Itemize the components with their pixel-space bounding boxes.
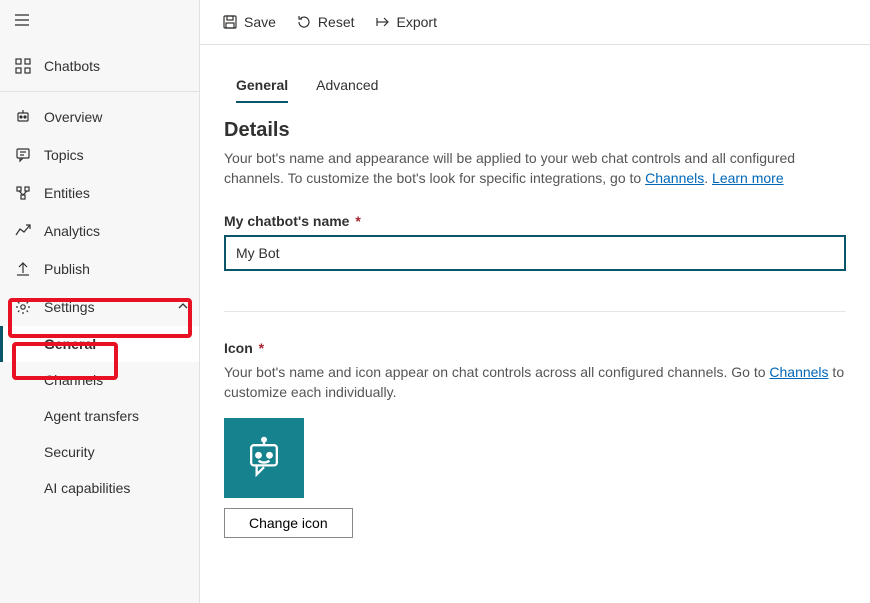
hamburger-menu[interactable]	[0, 0, 199, 43]
sidebar-item-publish[interactable]: Publish	[0, 250, 199, 288]
entities-icon	[14, 184, 32, 202]
grid-icon	[14, 57, 32, 75]
tabs: General Advanced	[224, 69, 846, 103]
sidebar-item-analytics[interactable]: Analytics	[0, 212, 199, 250]
icon-desc: Your bot's name and icon appear on chat …	[224, 362, 846, 403]
change-icon-button[interactable]: Change icon	[224, 508, 353, 538]
export-label: Export	[397, 14, 437, 30]
tab-advanced[interactable]: Advanced	[316, 69, 378, 103]
chatbot-name-input[interactable]	[224, 235, 846, 271]
desc-sep: .	[704, 170, 712, 186]
bot-icon-preview	[224, 418, 304, 498]
main: Save Reset Export General Advanced Detai…	[200, 0, 870, 603]
reset-button[interactable]: Reset	[294, 10, 357, 34]
gear-icon	[14, 298, 32, 316]
sidebar-sublabel: Channels	[44, 372, 103, 388]
reset-label: Reset	[318, 14, 355, 30]
save-label: Save	[244, 14, 276, 30]
icon-label-text: Icon	[224, 340, 253, 356]
sidebar-subitem-security[interactable]: Security	[0, 434, 199, 470]
name-label: My chatbot's name *	[224, 213, 846, 229]
sidebar-label: Topics	[44, 147, 84, 163]
reset-icon	[296, 14, 312, 30]
sidebar-sublabel: AI capabilities	[44, 480, 130, 496]
sidebar-subitem-ai-capabilities[interactable]: AI capabilities	[0, 470, 199, 506]
sidebar-subitem-general[interactable]: General	[0, 326, 199, 362]
sidebar-label: Settings	[44, 299, 95, 315]
learn-more-link[interactable]: Learn more	[712, 170, 784, 186]
required-indicator: *	[255, 340, 264, 356]
sidebar-subitem-agent-transfers[interactable]: Agent transfers	[0, 398, 199, 434]
name-label-text: My chatbot's name	[224, 213, 349, 229]
section-divider	[224, 311, 846, 312]
save-icon	[222, 14, 238, 30]
chevron-up-icon	[177, 299, 189, 315]
sidebar-label: Chatbots	[44, 58, 100, 74]
required-indicator: *	[351, 213, 360, 229]
details-desc: Your bot's name and appearance will be a…	[224, 148, 846, 189]
topbar: Save Reset Export	[200, 0, 870, 45]
icon-desc-text: Your bot's name and icon appear on chat …	[224, 364, 769, 380]
tab-general[interactable]: General	[236, 69, 288, 103]
channels-link[interactable]: Channels	[645, 170, 704, 186]
sidebar-sublabel: Security	[44, 444, 95, 460]
sidebar-item-overview[interactable]: Overview	[0, 98, 199, 136]
channels-link-2[interactable]: Channels	[769, 364, 828, 380]
sidebar-item-settings[interactable]: Settings	[0, 288, 199, 326]
sidebar-label: Overview	[44, 109, 102, 125]
topics-icon	[14, 146, 32, 164]
sidebar-subitem-channels[interactable]: Channels	[0, 362, 199, 398]
sidebar-sublabel: Agent transfers	[44, 408, 139, 424]
sidebar-sublabel: General	[44, 336, 96, 352]
hamburger-icon	[14, 12, 30, 28]
analytics-icon	[14, 222, 32, 240]
sidebar-label: Publish	[44, 261, 90, 277]
bot-icon	[14, 108, 32, 126]
sidebar-label: Entities	[44, 185, 90, 201]
publish-icon	[14, 260, 32, 278]
sidebar-item-entities[interactable]: Entities	[0, 174, 199, 212]
sidebar: Chatbots Overview Topics Entit	[0, 0, 200, 603]
export-icon	[375, 14, 391, 30]
export-button[interactable]: Export	[373, 10, 439, 34]
details-title: Details	[224, 119, 846, 142]
sidebar-item-topics[interactable]: Topics	[0, 136, 199, 174]
sidebar-item-chatbots[interactable]: Chatbots	[0, 47, 199, 85]
icon-label: Icon *	[224, 340, 846, 356]
sidebar-label: Analytics	[44, 223, 100, 239]
chatbot-avatar-icon	[242, 436, 286, 480]
save-button[interactable]: Save	[220, 10, 278, 34]
